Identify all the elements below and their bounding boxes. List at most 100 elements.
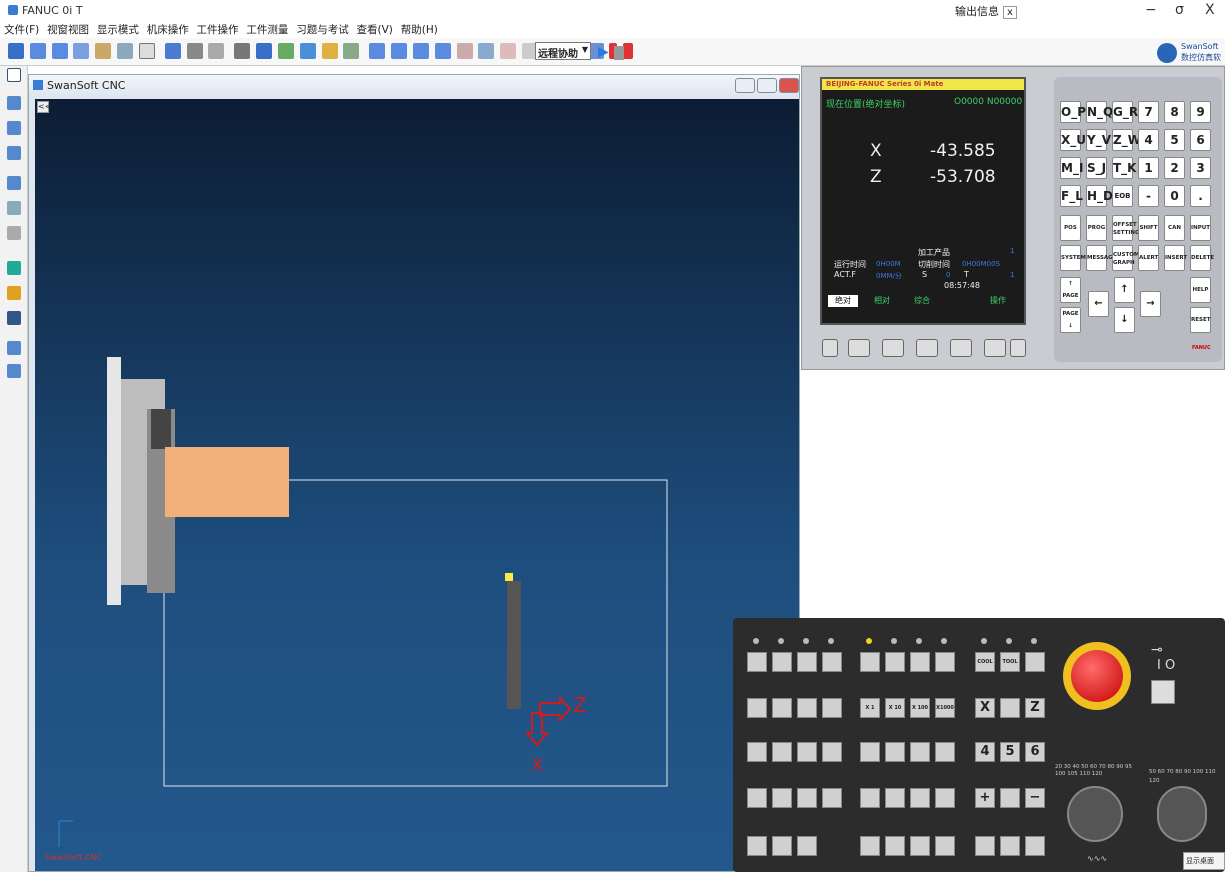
key-o[interactable]: O_P	[1060, 101, 1086, 123]
feed-override-dial[interactable]	[1067, 786, 1123, 842]
view-front-icon[interactable]	[164, 43, 181, 59]
key-system[interactable]: SYSTEM	[1060, 245, 1086, 271]
view-right-icon[interactable]	[434, 43, 451, 59]
blank-button[interactable]	[935, 836, 955, 856]
key-7[interactable]: 7	[1138, 101, 1159, 123]
tool-path-icon[interactable]	[500, 43, 517, 59]
spindle-stop2-button[interactable]	[1000, 836, 1020, 856]
soft-key-left[interactable]	[822, 339, 838, 357]
key-2[interactable]: 2	[1164, 157, 1185, 179]
view-toggle-icon[interactable]	[208, 43, 225, 59]
key-prog[interactable]: PROG	[1086, 215, 1107, 241]
dry-run-button[interactable]	[822, 698, 842, 718]
blank-button[interactable]	[860, 788, 880, 808]
soft-key-3[interactable]	[916, 339, 938, 357]
key-f[interactable]: F_L	[1060, 185, 1083, 207]
spindle-stop-button[interactable]	[747, 836, 767, 856]
key-z[interactable]: Z_W	[1112, 129, 1141, 151]
key-minus[interactable]: -	[1138, 185, 1159, 207]
view-left-icon[interactable]	[412, 43, 429, 59]
export-icon[interactable]	[7, 364, 21, 378]
open-icon[interactable]	[8, 43, 24, 59]
key-1[interactable]: 1	[1138, 157, 1159, 179]
tool-library-icon[interactable]	[7, 176, 21, 190]
coolant-toggle-icon[interactable]	[7, 286, 21, 300]
import-icon[interactable]	[7, 341, 21, 355]
key-eob[interactable]: EOB	[1112, 185, 1133, 207]
jog-button[interactable]	[885, 652, 905, 672]
sim-restore-button[interactable]	[757, 78, 777, 93]
blank-button[interactable]	[747, 788, 767, 808]
jog-plus-button[interactable]: +	[975, 788, 995, 808]
tool-measure-icon[interactable]	[7, 201, 21, 215]
key-alert[interactable]: ALERT	[1138, 245, 1159, 271]
blank-button[interactable]	[797, 788, 817, 808]
menu-workpiece-op[interactable]: 工件操作	[197, 22, 239, 37]
tool-change-button[interactable]: TOOL	[1000, 652, 1020, 672]
cursor-right-icon[interactable]: →	[1140, 291, 1161, 317]
blank-button[interactable]	[860, 836, 880, 856]
blank-button[interactable]	[935, 742, 955, 762]
rapid-button[interactable]	[1000, 788, 1020, 808]
axis-4-button[interactable]: 4	[975, 742, 995, 762]
show-desktop-button[interactable]: 显示桌面	[1183, 852, 1225, 870]
key-4[interactable]: 4	[1138, 129, 1159, 151]
machine-3d-view[interactable]: << Z X SwanSoft CNC	[35, 99, 799, 871]
program-icon[interactable]	[7, 311, 21, 325]
soft-key-absolute[interactable]: 绝对	[828, 295, 858, 307]
clamp-icon[interactable]	[7, 146, 21, 160]
save-icon[interactable]	[623, 43, 634, 59]
window-icon[interactable]	[138, 43, 155, 59]
key-input[interactable]: INPUT	[1190, 215, 1211, 241]
workpiece-setup-icon[interactable]	[7, 96, 21, 110]
optional-stop-button[interactable]	[797, 698, 817, 718]
machine-lock-button[interactable]	[772, 742, 792, 762]
view-iso-icon[interactable]	[369, 43, 386, 59]
inc-jog-button[interactable]	[910, 652, 930, 672]
soft-key-5[interactable]	[984, 339, 1006, 357]
blank-button[interactable]	[822, 788, 842, 808]
key-message[interactable]: MESSAGE	[1086, 245, 1116, 271]
output-info-button[interactable]: 输出信息 x	[955, 3, 1017, 19]
mode-edit-button[interactable]	[772, 652, 792, 672]
key-offset-setting[interactable]: OFFSET SETTING	[1112, 215, 1140, 241]
view-side-icon[interactable]	[186, 43, 203, 59]
play-icon[interactable]: ▶	[598, 44, 609, 60]
key-y[interactable]: Y_V	[1086, 129, 1111, 151]
key-m[interactable]: M_I	[1060, 157, 1083, 179]
blank-button[interactable]	[772, 788, 792, 808]
ref-return-button[interactable]	[860, 652, 880, 672]
key-pos[interactable]: POS	[1060, 215, 1081, 241]
key-insert[interactable]: INSERT	[1164, 245, 1187, 271]
view-top-icon[interactable]	[391, 43, 408, 59]
soft-key-right[interactable]	[1010, 339, 1026, 357]
key-x[interactable]: X_U	[1060, 129, 1086, 151]
restore-button[interactable]: σ	[1175, 2, 1184, 18]
key-dot[interactable]: .	[1190, 185, 1211, 207]
skip-button[interactable]	[772, 698, 792, 718]
settings-icon[interactable]	[321, 43, 338, 59]
blank-button[interactable]	[822, 742, 842, 762]
select-icon[interactable]	[7, 68, 21, 82]
key-custom-graph[interactable]: CUSTOM GRAPH	[1112, 245, 1139, 271]
menu-exercise[interactable]: 习题与考试	[296, 22, 349, 37]
menu-display-mode[interactable]: 显示模式	[97, 22, 139, 37]
step-x1000-button[interactable]: X1000	[935, 698, 955, 718]
section-icon[interactable]	[456, 43, 473, 59]
blank-button[interactable]	[910, 742, 930, 762]
menu-help[interactable]: 帮助(H)	[401, 22, 438, 37]
blank-button[interactable]	[885, 788, 905, 808]
cycle-start-button[interactable]	[797, 836, 817, 856]
key-8[interactable]: 8	[1164, 101, 1185, 123]
output-close-icon[interactable]: x	[1003, 6, 1017, 19]
sim-close-button[interactable]	[779, 78, 799, 93]
blank-button[interactable]	[885, 836, 905, 856]
workpiece-icon[interactable]	[478, 43, 495, 59]
key-3[interactable]: 3	[1190, 157, 1211, 179]
key-9[interactable]: 9	[1190, 101, 1211, 123]
axis-5-button[interactable]: 5	[1000, 742, 1020, 762]
blank-button[interactable]	[885, 742, 905, 762]
coolant-icon[interactable]	[277, 43, 294, 59]
key-page-up[interactable]: ↑ PAGE	[1060, 277, 1081, 303]
soft-key-all[interactable]: 综合	[914, 295, 930, 306]
